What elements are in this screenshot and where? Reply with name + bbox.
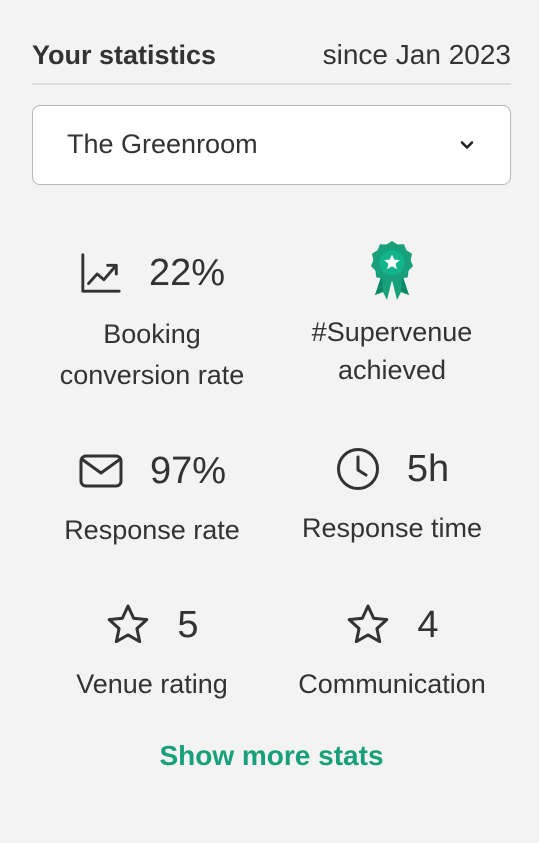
trending-up-chart-icon: [81, 253, 121, 293]
communication-value: 4: [417, 603, 439, 646]
response-time-label: Response time: [301, 513, 483, 543]
stat-venue-rating: 5 Venue rating: [32, 600, 272, 710]
clock-icon: [336, 448, 379, 490]
stat-communication: 4 Communication: [272, 600, 512, 710]
venue-rating-value: 5: [177, 603, 199, 646]
star-icon: [348, 604, 389, 644]
response-rate-value: 97%: [149, 449, 227, 492]
supervenue-label-line2: achieved: [337, 355, 447, 385]
booking-conversion-label-line1: Booking: [103, 319, 201, 349]
star-icon: [108, 604, 149, 644]
response-time-value: 5h: [406, 447, 450, 490]
statistics-header: Your statistics since Jan 2023: [32, 36, 511, 76]
response-rate-label: Response rate: [64, 515, 240, 545]
supervenue-label: #Supervenue achieved: [272, 313, 512, 389]
venue-select-value: The Greenroom: [67, 129, 258, 159]
booking-conversion-label-line2: conversion rate: [59, 360, 245, 390]
stat-booking-conversion: 22% Booking conversion rate: [32, 248, 272, 398]
header-divider: [32, 83, 511, 85]
chevron-down-icon: [460, 141, 474, 149]
venue-select[interactable]: The Greenroom: [32, 105, 511, 185]
stat-supervenue: #Supervenue achieved: [272, 240, 512, 390]
stat-response-time: 5h Response time: [272, 444, 512, 554]
stat-response-rate: 97% Response rate: [32, 446, 272, 556]
booking-conversion-label: Booking conversion rate: [32, 314, 272, 396]
venue-rating-label: Venue rating: [76, 669, 228, 699]
show-more-stats-link[interactable]: Show more stats: [32, 740, 511, 772]
award-ribbon-icon: [371, 241, 413, 300]
booking-conversion-value: 22%: [148, 251, 226, 294]
since-date: since Jan 2023: [322, 39, 511, 70]
statistics-title: Your statistics: [32, 40, 217, 70]
supervenue-label-line1: #Supervenue: [311, 317, 473, 347]
communication-label: Communication: [298, 669, 486, 699]
statistics-panel: Your statistics since Jan 2023 The Green…: [32, 0, 511, 843]
mail-icon: [79, 454, 123, 488]
